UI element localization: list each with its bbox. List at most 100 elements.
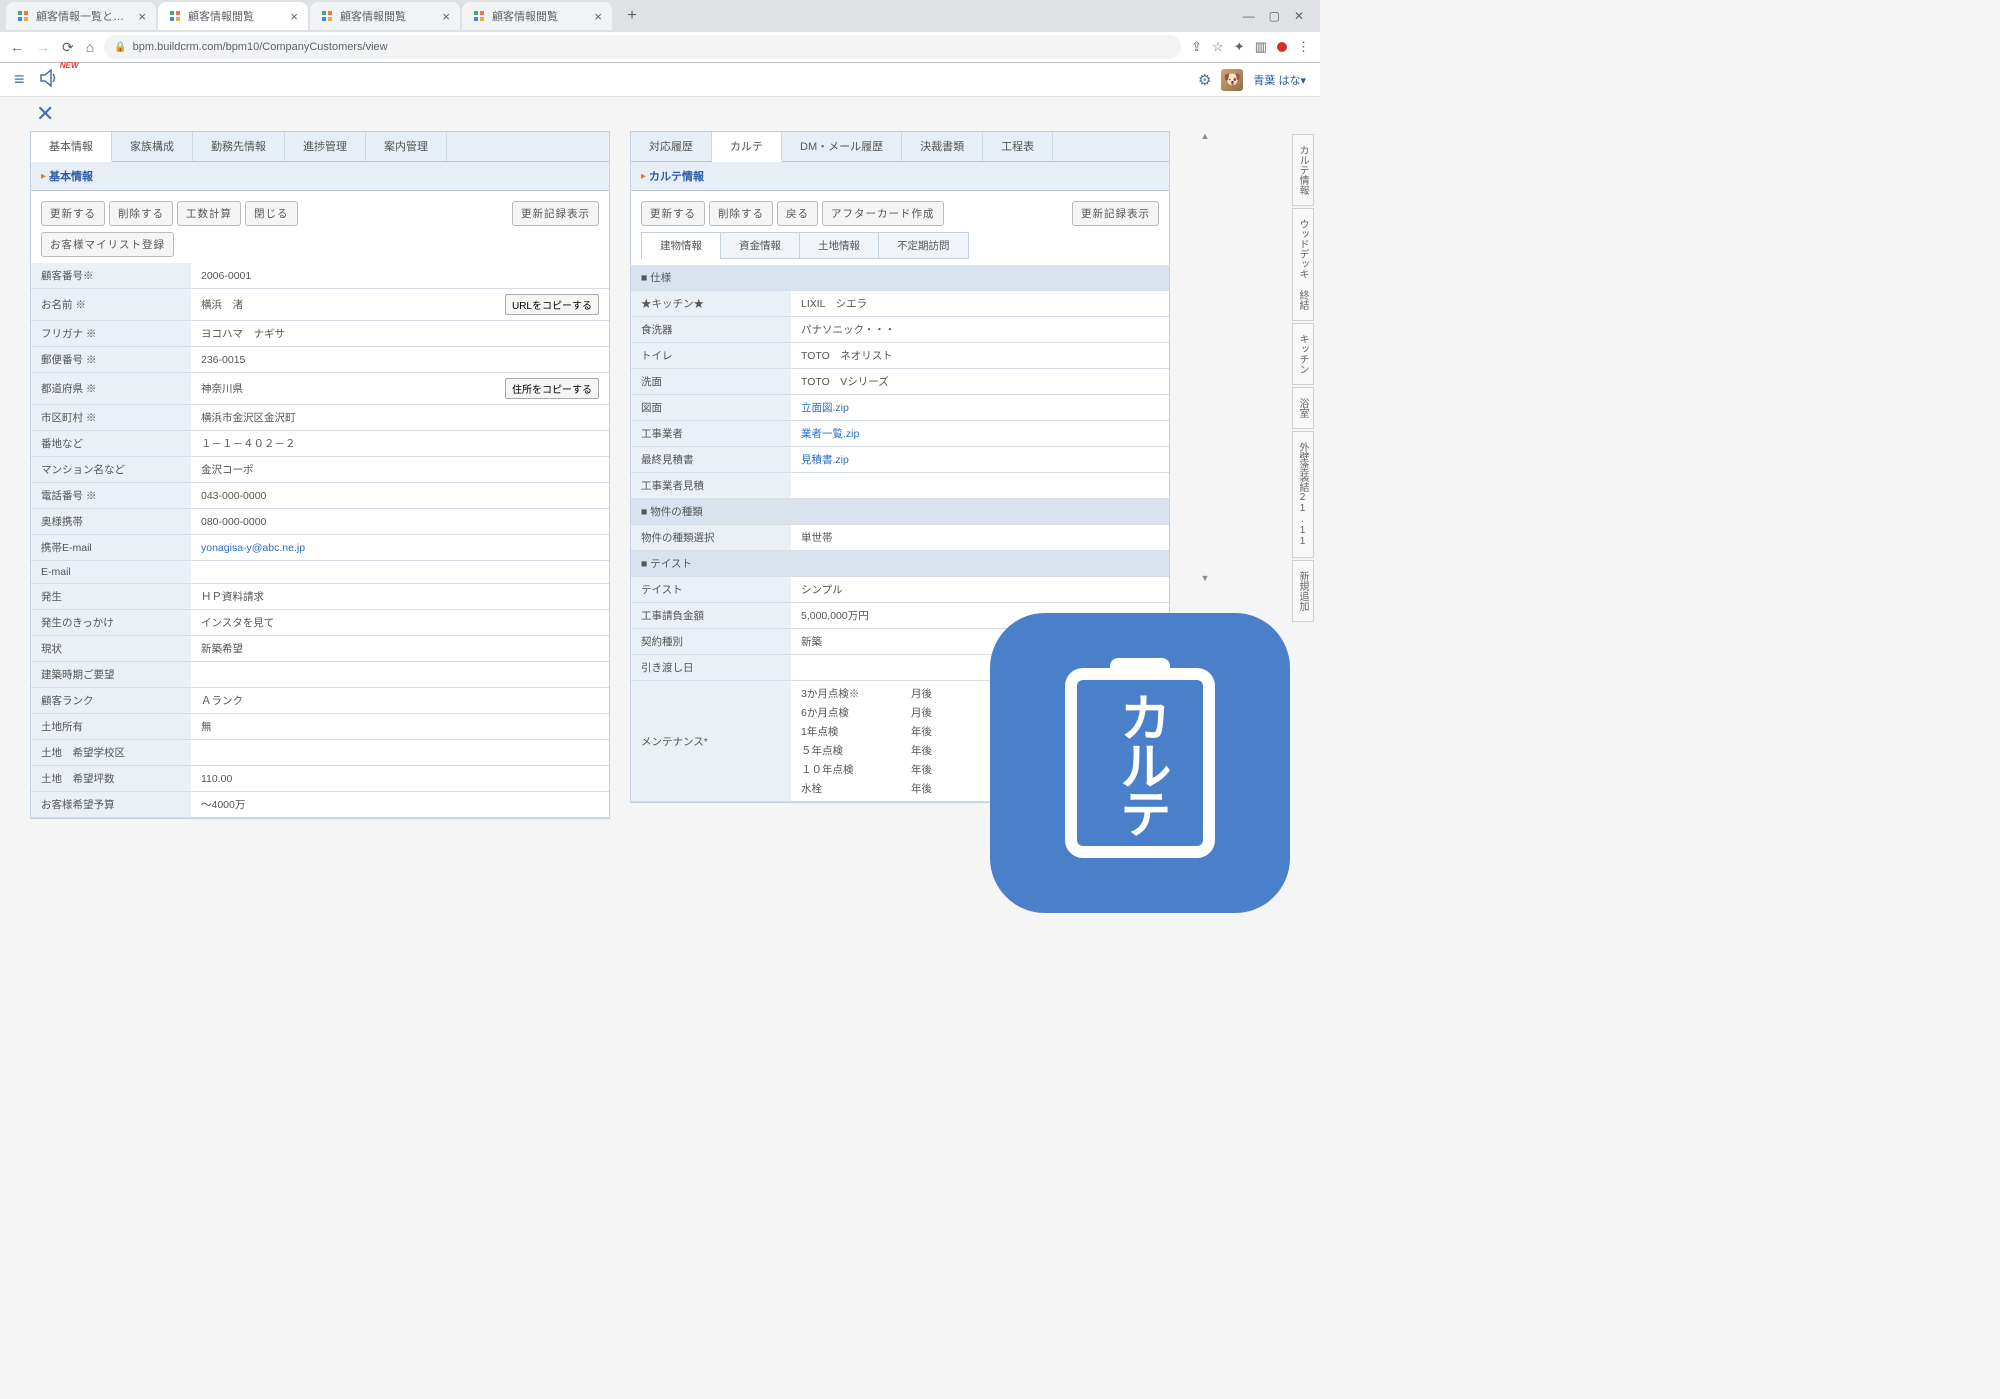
- close-panel-icon[interactable]: ✕: [30, 97, 1320, 127]
- left-button-row: 更新する削除する工数計算閉じる 更新記録表示: [31, 191, 609, 232]
- field-value: 横浜市金沢区金沢町: [191, 405, 609, 431]
- reading-list-icon[interactable]: ▥: [1255, 39, 1267, 55]
- menu-dots-icon[interactable]: ⋮: [1297, 39, 1310, 55]
- panel-tab[interactable]: 家族構成: [112, 132, 193, 161]
- settings-gear-icon[interactable]: ⚙: [1198, 71, 1211, 89]
- panel-tab[interactable]: 進捗管理: [285, 132, 366, 161]
- new-tab-button[interactable]: +: [620, 4, 644, 28]
- field-value[interactable]: 業者一覧.zip: [791, 421, 1169, 447]
- field-label: 発生: [31, 584, 191, 610]
- sub-tab[interactable]: 土地情報: [799, 232, 879, 259]
- table-row: お名前 ※横浜 渚URLをコピーする: [31, 289, 609, 321]
- nav-back-icon[interactable]: ←: [10, 39, 24, 56]
- left-form-table: 顧客番号※2006-0001お名前 ※横浜 渚URLをコピーするフリガナ ※ヨコ…: [31, 263, 609, 818]
- rail-item[interactable]: カルテ情報: [1292, 134, 1314, 206]
- copy-address-button[interactable]: 住所をコピーする: [505, 378, 599, 399]
- copy-url-button[interactable]: URLをコピーする: [505, 294, 599, 315]
- field-value: 単世帯: [791, 525, 1169, 551]
- sub-tab[interactable]: 資金情報: [720, 232, 800, 259]
- nav-forward-icon[interactable]: →: [36, 39, 50, 56]
- rail-up-icon[interactable]: ▲: [1194, 131, 1216, 141]
- left-update-log-button[interactable]: 更新記録表示: [512, 201, 599, 226]
- left-panel: 基本情報家族構成勤務先情報進捗管理案内管理 ▸ 基本情報 更新する削除する工数計…: [30, 131, 610, 819]
- field-label: 建築時期ご要望: [31, 662, 191, 688]
- announcement-icon[interactable]: NEW: [39, 69, 59, 90]
- table-row: 土地所有無: [31, 714, 609, 740]
- field-label: 都道府県 ※: [31, 373, 191, 405]
- nav-home-icon[interactable]: ⌂: [86, 39, 94, 56]
- tab-close-icon[interactable]: ×: [290, 9, 298, 24]
- url-field[interactable]: 🔒 bpm.buildcrm.com/bpm10/CompanyCustomer…: [104, 35, 1181, 59]
- field-label: 引き渡し日: [631, 655, 791, 681]
- table-row: フリガナ ※ヨコハマ ナギサ: [31, 321, 609, 347]
- rail-items: カルテ情報ウッドデッキ 終結キッチン浴室外壁塗装結21.11新規追加: [1292, 134, 1314, 624]
- nav-reload-icon[interactable]: ⟳: [62, 39, 74, 56]
- maint-val: 年後: [911, 724, 971, 739]
- tab-close-icon[interactable]: ×: [442, 9, 450, 24]
- rail-item[interactable]: 浴室: [1292, 387, 1314, 429]
- right-update-log-button[interactable]: 更新記録表示: [1072, 201, 1159, 226]
- username-dropdown[interactable]: 青葉 はな▾: [1253, 72, 1306, 88]
- field-value: 043-000-0000: [191, 483, 609, 509]
- avatar[interactable]: 🐶: [1221, 69, 1243, 91]
- panel-tab[interactable]: 工程表: [983, 132, 1053, 161]
- field-label: ★キッチン★: [631, 291, 791, 317]
- favicon-icon: [320, 9, 334, 23]
- window-close-icon[interactable]: ✕: [1294, 9, 1304, 23]
- field-value: [191, 662, 609, 688]
- browser-tab[interactable]: 顧客情報一覧と検索×: [6, 2, 156, 30]
- field-label: 食洗器: [631, 317, 791, 343]
- sub-tab[interactable]: 建物情報: [641, 232, 721, 259]
- browser-tab[interactable]: 顧客情報閲覧×: [158, 2, 308, 30]
- rail-item[interactable]: 外壁塗装結21.11: [1292, 431, 1314, 558]
- browser-tab[interactable]: 顧客情報閲覧×: [310, 2, 460, 30]
- panel-tab[interactable]: 案内管理: [366, 132, 447, 161]
- hamburger-menu-icon[interactable]: ≡: [14, 69, 25, 90]
- share-icon[interactable]: ⇪: [1191, 39, 1202, 55]
- panel-tab[interactable]: 対応履歴: [631, 132, 712, 161]
- field-label: お名前 ※: [31, 289, 191, 321]
- rail-item[interactable]: キッチン: [1292, 323, 1314, 385]
- action-button[interactable]: 工数計算: [177, 201, 241, 226]
- rail-item[interactable]: 新規追加: [1292, 560, 1314, 622]
- field-value: TOTO ネオリスト: [791, 343, 1169, 369]
- field-value[interactable]: 立面図.zip: [791, 395, 1169, 421]
- rail-item[interactable]: ウッドデッキ 終結: [1292, 208, 1314, 321]
- field-value: 236-0015: [191, 347, 609, 373]
- rail-down-icon[interactable]: ▼: [1194, 573, 1216, 583]
- sub-tab[interactable]: 不定期訪問: [878, 232, 969, 259]
- field-label: お客様希望予算: [31, 792, 191, 818]
- action-button[interactable]: 削除する: [109, 201, 173, 226]
- field-value: 新築希望: [191, 636, 609, 662]
- panel-tab[interactable]: DM・メール履歴: [782, 132, 902, 161]
- action-button[interactable]: 更新する: [641, 201, 705, 226]
- karte-app-icon: カルテ: [990, 613, 1290, 913]
- panel-tab[interactable]: 勤務先情報: [193, 132, 285, 161]
- action-button[interactable]: 更新する: [41, 201, 105, 226]
- left-section-title: 基本情報: [49, 168, 93, 184]
- mylist-register-button[interactable]: お客様マイリスト登録: [41, 232, 174, 257]
- table-row: 工事業者業者一覧.zip: [631, 421, 1169, 447]
- tab-close-icon[interactable]: ×: [138, 9, 146, 24]
- extension-dot-icon[interactable]: [1277, 42, 1287, 52]
- table-row: 物件の種類選択単世帯: [631, 525, 1169, 551]
- browser-tab[interactable]: 顧客情報閲覧×: [462, 2, 612, 30]
- table-row: 図面立面図.zip: [631, 395, 1169, 421]
- table-row: 食洗器パナソニック・・・: [631, 317, 1169, 343]
- field-label: 土地所有: [31, 714, 191, 740]
- panel-tab[interactable]: 決裁書類: [902, 132, 983, 161]
- extensions-icon[interactable]: ✦: [1234, 39, 1245, 55]
- window-maximize-icon[interactable]: ▢: [1269, 9, 1280, 23]
- action-button[interactable]: 削除する: [709, 201, 773, 226]
- field-label: 土地 希望坪数: [31, 766, 191, 792]
- panel-tab[interactable]: カルテ: [712, 132, 782, 162]
- window-minimize-icon[interactable]: —: [1243, 9, 1255, 23]
- tab-close-icon[interactable]: ×: [594, 9, 602, 24]
- action-button[interactable]: アフターカード作成: [822, 201, 944, 226]
- action-button[interactable]: 戻る: [777, 201, 818, 226]
- table-row: ■ 物件の種類: [631, 499, 1169, 525]
- action-button[interactable]: 閉じる: [245, 201, 298, 226]
- panel-tab[interactable]: 基本情報: [31, 132, 112, 162]
- star-icon[interactable]: ☆: [1212, 39, 1224, 55]
- field-value[interactable]: 見積書.zip: [791, 447, 1169, 473]
